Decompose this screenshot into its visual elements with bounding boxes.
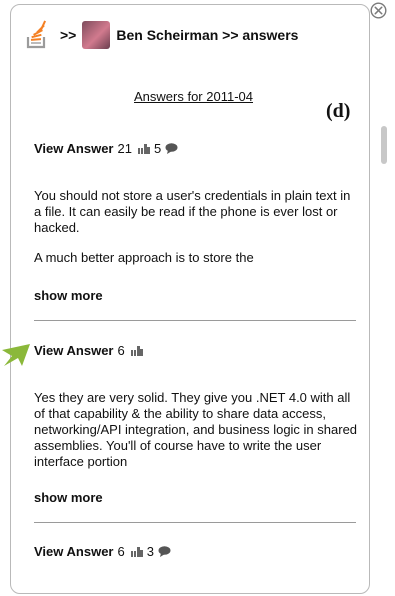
header-breadcrumb: >> Ben Scheirman >> answers <box>26 20 298 50</box>
answer-text: Yes they are very solid. They give you .… <box>34 390 358 469</box>
vote-count: 6 <box>117 544 125 559</box>
comment-count: 5 <box>153 141 162 156</box>
comment-icon <box>158 546 171 557</box>
divider <box>34 320 356 321</box>
view-answer-link[interactable]: View Answer <box>34 544 113 559</box>
view-answer-link[interactable]: View Answer <box>34 343 113 358</box>
vote-count: 21 <box>117 141 132 156</box>
answer-header: View Answer 21 5 <box>34 141 178 156</box>
answer-text: A much better approach is to store the <box>34 250 254 265</box>
answer-text-clip: Yes they are very solid. They give you .… <box>34 390 360 480</box>
avatar[interactable] <box>82 21 111 49</box>
show-more-link[interactable]: show more <box>34 288 103 303</box>
thumbs-up-icon <box>130 547 143 557</box>
vote-count: 6 <box>117 343 125 358</box>
view-answer-link[interactable]: View Answer <box>34 141 113 156</box>
breadcrumb-separator: >> <box>60 27 77 43</box>
divider <box>34 522 356 523</box>
close-icon[interactable] <box>370 2 387 19</box>
comment-count: 3 <box>146 544 154 559</box>
thumbs-up-icon <box>137 144 150 154</box>
answer-header: View Answer 6 3 <box>34 544 171 559</box>
answer-header: View Answer 6 <box>34 343 143 358</box>
comment-icon <box>165 143 178 154</box>
answers-for-link[interactable]: Answers for 2011-04 <box>134 89 253 104</box>
stackoverflow-logo-icon[interactable] <box>26 20 48 50</box>
scrollbar[interactable] <box>378 120 392 570</box>
figure-label: (d) <box>326 100 351 122</box>
answer-text: You should not store a user's credential… <box>34 188 351 235</box>
arrow-pointer-icon <box>2 344 30 366</box>
thumbs-up-icon <box>130 346 143 356</box>
breadcrumb-user[interactable]: Ben Scheirman >> answers <box>116 27 298 43</box>
show-more-link[interactable]: show more <box>34 490 103 505</box>
scrollbar-thumb[interactable] <box>381 126 387 164</box>
